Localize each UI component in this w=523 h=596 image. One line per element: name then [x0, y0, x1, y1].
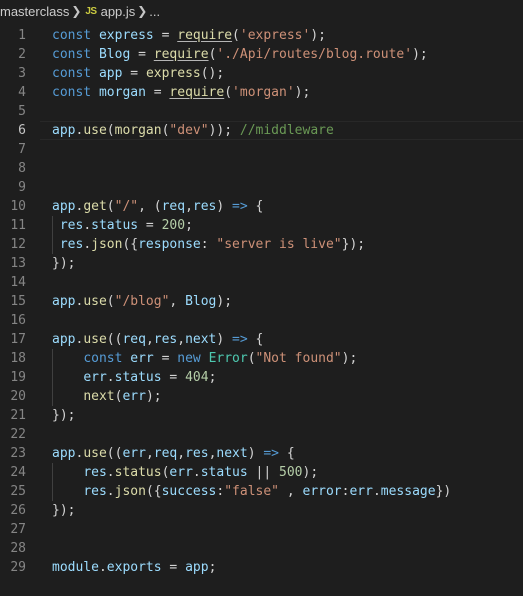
code-line[interactable]: 17 app.use((req,res,next) => {	[0, 330, 523, 349]
code-line[interactable]: 6 app.use(morgan("dev")); //middleware	[0, 121, 523, 140]
javascript-file-icon: JS	[85, 5, 97, 17]
code-text[interactable]: });	[52, 406, 75, 425]
code-line[interactable]: 28	[0, 539, 523, 558]
line-number: 28	[10, 541, 26, 556]
line-number: 23	[10, 446, 26, 461]
code-line[interactable]: 29 module.exports = app;	[0, 558, 523, 577]
breadcrumb-more[interactable]: ...	[149, 4, 160, 19]
code-line[interactable]: 24 res.status(err.status || 500);	[0, 463, 523, 482]
code-line[interactable]: 21});	[0, 406, 523, 425]
line-number: 27	[10, 522, 26, 537]
line-number: 1	[18, 28, 26, 43]
code-text[interactable]: res.json({response: "server is live"});	[52, 235, 365, 254]
code-text[interactable]: app.use((req,res,next) => {	[52, 330, 263, 349]
line-number: 6	[18, 123, 26, 138]
chevron-right-icon: ❯	[71, 4, 82, 18]
code-line[interactable]: 5	[0, 102, 523, 121]
indent-guide	[52, 463, 53, 501]
line-number: 5	[18, 104, 26, 119]
code-line[interactable]: 26});	[0, 501, 523, 520]
code-line[interactable]: 9	[0, 178, 523, 197]
code-line[interactable]: 23 app.use((err,req,res,next) => {	[0, 444, 523, 463]
code-line[interactable]: 12 res.json({response: "server is live"}…	[0, 235, 523, 254]
code-line[interactable]: 4 const morgan = require('morgan');	[0, 83, 523, 102]
code-text[interactable]: const express = require('express');	[52, 26, 326, 45]
code-text[interactable]: res.status = 200;	[52, 216, 193, 235]
code-line[interactable]: 25 res.json({success:"false" , error:err…	[0, 482, 523, 501]
code-text[interactable]: app.use("/blog", Blog);	[52, 292, 232, 311]
indent-guide	[52, 349, 53, 406]
line-number: 29	[10, 560, 26, 575]
line-number: 2	[18, 47, 26, 62]
code-line[interactable]: 16	[0, 311, 523, 330]
code-text[interactable]: res.status(err.status || 500);	[52, 463, 318, 482]
line-number: 13	[10, 256, 26, 271]
code-text[interactable]: });	[52, 254, 75, 273]
line-number: 4	[18, 85, 26, 100]
code-text[interactable]: });	[52, 501, 75, 520]
code-line[interactable]: 2 const Blog = require('./Api/routes/blog…	[0, 45, 523, 64]
code-line[interactable]: 11 res.status = 200;	[0, 216, 523, 235]
code-text[interactable]: const app = express();	[52, 64, 224, 83]
line-number: 10	[10, 199, 26, 214]
indent-guide	[52, 216, 53, 254]
breadcrumb-folder[interactable]: masterclass	[0, 4, 69, 19]
line-number: 21	[10, 408, 26, 423]
line-number: 25	[10, 484, 26, 499]
line-number: 16	[10, 313, 26, 328]
code-text[interactable]: const err = new Error("Not found");	[52, 349, 357, 368]
code-line[interactable]: 7	[0, 140, 523, 159]
line-number: 8	[18, 161, 26, 176]
code-text[interactable]: next(err);	[52, 387, 161, 406]
chevron-right-icon: ❯	[137, 4, 148, 18]
breadcrumb-file[interactable]: app.js	[101, 4, 136, 19]
code-line[interactable]: 20 next(err);	[0, 387, 523, 406]
code-editor[interactable]: 1 const express = require('express'); 2 con…	[0, 26, 523, 577]
code-text[interactable]: res.json({success:"false" , error:err.me…	[52, 482, 451, 501]
code-line[interactable]: 27	[0, 520, 523, 539]
code-line[interactable]: 3 const app = express();	[0, 64, 523, 83]
code-line[interactable]: 19 err.status = 404;	[0, 368, 523, 387]
line-number: 26	[10, 503, 26, 518]
code-text[interactable]: app.get("/", (req,res) => {	[52, 197, 263, 216]
code-line[interactable]: 15 app.use("/blog", Blog);	[0, 292, 523, 311]
line-number: 12	[10, 237, 26, 252]
line-number: 3	[18, 66, 26, 81]
code-line[interactable]: 18 const err = new Error("Not found");	[0, 349, 523, 368]
line-number: 22	[10, 427, 26, 442]
line-number: 11	[10, 218, 26, 233]
code-line[interactable]: 10 app.get("/", (req,res) => {	[0, 197, 523, 216]
code-line[interactable]: 22	[0, 425, 523, 444]
line-number: 9	[18, 180, 26, 195]
code-text[interactable]: err.status = 404;	[52, 368, 216, 387]
code-text[interactable]: module.exports = app;	[52, 558, 216, 577]
line-number: 24	[10, 465, 26, 480]
line-number: 15	[10, 294, 26, 309]
code-line[interactable]: 14	[0, 273, 523, 292]
line-number: 19	[10, 370, 26, 385]
line-number: 17	[10, 332, 26, 347]
code-text[interactable]: const Blog = require('./Api/routes/blog.…	[52, 45, 428, 64]
code-line[interactable]: 13});	[0, 254, 523, 273]
code-line[interactable]: 1 const express = require('express');	[0, 26, 523, 45]
code-line[interactable]: 8	[0, 159, 523, 178]
line-number: 14	[10, 275, 26, 290]
line-number: 20	[10, 389, 26, 404]
line-number: 7	[18, 142, 26, 157]
code-text[interactable]: const morgan = require('morgan');	[52, 83, 310, 102]
line-number: 18	[10, 351, 26, 366]
breadcrumb: masterclass ❯ JS app.js ❯ ...	[0, 0, 523, 22]
code-text[interactable]: app.use(morgan("dev")); //middleware	[52, 121, 334, 140]
code-text[interactable]: app.use((err,req,res,next) => {	[52, 444, 295, 463]
